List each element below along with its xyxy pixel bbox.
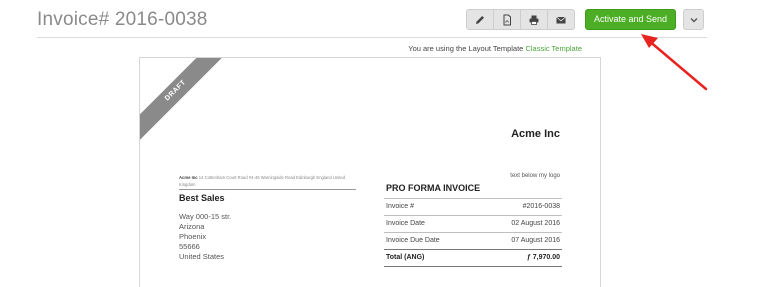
meta-value: 02 August 2016 xyxy=(511,220,560,227)
more-actions-dropdown[interactable] xyxy=(683,9,704,30)
email-button[interactable] xyxy=(547,9,575,30)
total-value: ƒ 7,970.00 xyxy=(526,254,560,261)
sender-address: 14 Cottenham Court Road #4-46 Warningsid… xyxy=(179,175,346,187)
meta-label: Invoice Due Date xyxy=(386,237,440,244)
annotation-arrow xyxy=(641,34,708,91)
header-divider xyxy=(37,37,707,38)
chevron-down-icon xyxy=(690,17,697,22)
pencil-icon xyxy=(476,15,484,24)
envelope-icon xyxy=(556,16,566,23)
meta-label: Invoice # xyxy=(386,203,415,210)
activate-and-send-button[interactable]: Activate and Send xyxy=(585,9,676,30)
meta-row: Invoice Due Date 07 August 2016 xyxy=(384,232,562,249)
invoice-meta-table: Invoice # #2016-0038 Invoice Date 02 Aug… xyxy=(384,198,562,267)
client-name: Best Sales xyxy=(179,193,225,203)
total-row: Total (ANG) ƒ 7,970.00 xyxy=(384,249,562,267)
invoice-title: Invoice# 2016-0038 xyxy=(37,9,208,30)
client-address-line: Way 000-15 str. xyxy=(179,212,232,221)
meta-value: #2016-0038 xyxy=(522,203,560,210)
printer-icon xyxy=(529,15,539,25)
company-name: Acme Inc xyxy=(511,128,560,140)
edit-button[interactable] xyxy=(466,9,494,30)
meta-value: 07 August 2016 xyxy=(511,237,560,244)
draft-ribbon: DRAFT xyxy=(140,58,230,147)
layout-note-text: You are using the Layout Template xyxy=(408,44,526,53)
meta-row: Invoice Date 02 August 2016 xyxy=(384,215,562,232)
client-address-line: 55666 xyxy=(179,242,200,251)
logo-caption: text below my logo xyxy=(510,173,560,179)
meta-row: Invoice # #2016-0038 xyxy=(384,198,562,215)
draft-ribbon-container: DRAFT xyxy=(140,58,230,148)
sender-name: Acme Inc xyxy=(179,175,198,180)
sender-address-line: Acme Inc 14 Cottenham Court Road #4-46 W… xyxy=(179,174,356,190)
client-address-line: United States xyxy=(179,252,225,261)
client-address-line: Arizona xyxy=(179,222,205,231)
pdf-file-icon xyxy=(503,14,511,25)
invoice-preview: DRAFT Acme Inc text below my logo Acme I… xyxy=(139,57,601,287)
client-address-line: Phoenix xyxy=(179,232,207,241)
meta-label: Invoice Date xyxy=(386,220,425,227)
print-button[interactable] xyxy=(520,9,548,30)
classic-template-link[interactable]: Classic Template xyxy=(525,44,582,53)
document-title: PRO FORMA INVOICE xyxy=(386,183,481,193)
layout-template-note: You are using the Layout Template Classi… xyxy=(408,44,582,53)
pdf-button[interactable] xyxy=(493,9,521,30)
total-label: Total (ANG) xyxy=(386,254,425,261)
